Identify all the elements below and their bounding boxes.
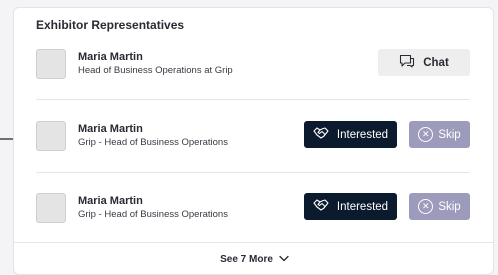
interested-button[interactable]: Interested (304, 193, 397, 220)
chat-button-label: Chat (423, 56, 449, 69)
divider (36, 99, 470, 100)
see-more-label: See 7 More (220, 254, 273, 265)
skip-button[interactable]: ✕ Skip (409, 193, 470, 220)
representative-role: Head of Business Operations at Grip (78, 65, 233, 76)
divider (36, 172, 470, 173)
close-circle-icon: ✕ (418, 127, 434, 142)
representative-name[interactable]: Maria Martin (78, 123, 143, 135)
chevron-down-icon (279, 254, 289, 265)
chat-icon (399, 54, 415, 71)
skip-button-label: Skip (438, 200, 461, 213)
avatar[interactable] (36, 121, 66, 151)
representative-name[interactable]: Maria Martin (78, 195, 143, 207)
representative-row: Maria Martin Grip - Head of Business Ope… (36, 121, 470, 153)
see-more-button[interactable]: See 7 More (14, 254, 495, 265)
divider (14, 242, 493, 243)
exhibitor-representatives-card: Exhibitor Representatives Maria Martin H… (13, 7, 494, 275)
representative-row: Maria Martin Grip - Head of Business Ope… (36, 193, 470, 225)
interested-button[interactable]: Interested (304, 121, 397, 148)
representative-row: Maria Martin Head of Business Operations… (36, 49, 470, 81)
skip-button[interactable]: ✕ Skip (409, 121, 470, 148)
interested-button-label: Interested (336, 128, 389, 141)
chat-button[interactable]: Chat (378, 49, 470, 76)
representative-name[interactable]: Maria Martin (78, 51, 143, 63)
avatar[interactable] (36, 49, 66, 79)
interested-button-label: Interested (336, 200, 389, 213)
representative-role: Grip - Head of Business Operations (78, 137, 228, 148)
section-title: Exhibitor Representatives (36, 18, 185, 32)
close-circle-icon: ✕ (418, 199, 434, 214)
handshake-icon (313, 198, 329, 215)
skip-button-label: Skip (438, 128, 461, 141)
avatar[interactable] (36, 193, 66, 223)
representative-role: Grip - Head of Business Operations (78, 209, 228, 220)
handshake-icon (313, 126, 329, 143)
